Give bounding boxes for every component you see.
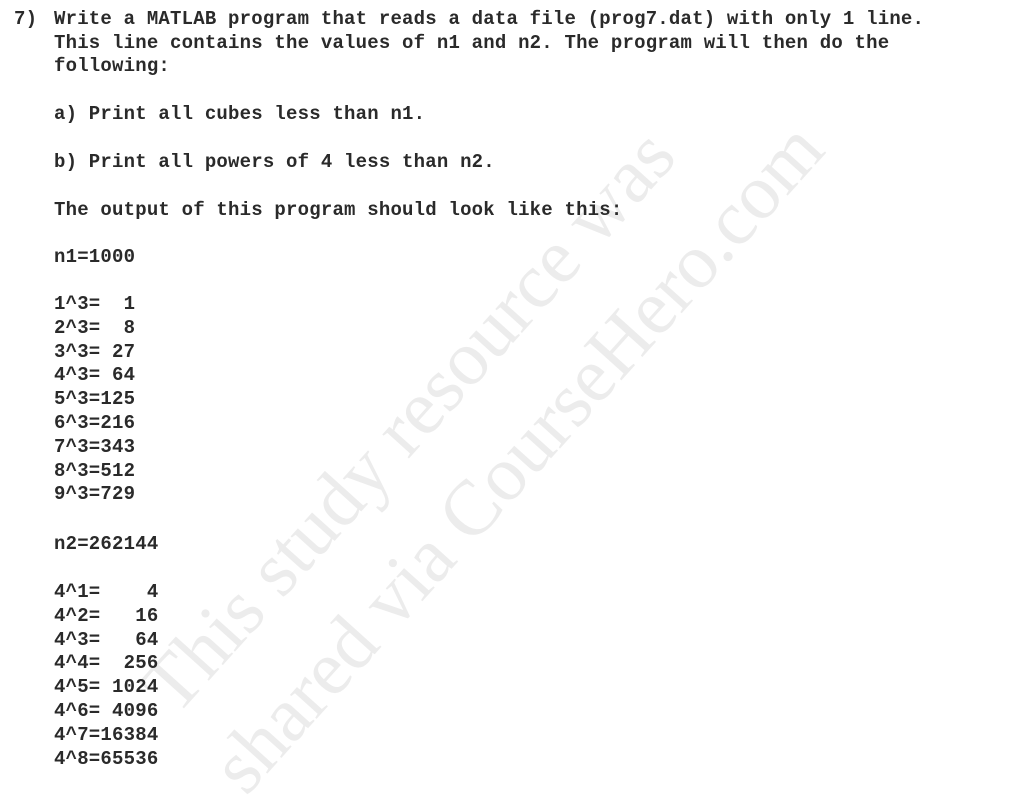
power-output-line: 4^5= 1024 — [54, 676, 159, 699]
cube-output-line: 6^3=216 — [54, 412, 136, 434]
n2-line: n2=262144 — [54, 533, 159, 555]
output-intro: The output of this program should look l… — [54, 199, 623, 221]
part-b: b) Print all powers of 4 less than n2. — [54, 151, 495, 173]
intro-line-1: Write a MATLAB program that reads a data… — [54, 8, 925, 30]
power-output-line: 4^1= 4 — [54, 581, 159, 603]
power-output-line: 4^3= 64 — [54, 628, 159, 651]
part-a: a) Print all cubes less than n1. — [54, 103, 426, 125]
cube-output-line: 5^3=125 — [54, 388, 136, 411]
power-output-line: 4^8=65536 — [54, 747, 159, 770]
power-output-line: 4^7=16384 — [54, 723, 159, 746]
power-output-line: 4^2= 16 — [54, 604, 159, 627]
power-output-line: 4^4= 256 — [54, 652, 159, 675]
problem-number: 7) — [14, 8, 38, 30]
cube-output-line: 3^3= 27 — [54, 340, 136, 363]
cube-output-line: 1^3= 1 — [54, 293, 136, 315]
cube-output-line: 2^3= 8 — [54, 316, 136, 339]
cube-output-line: 8^3=512 — [54, 459, 136, 482]
cube-output-line: 9^3=729 — [54, 483, 136, 506]
intro-line-2: This line contains the values of n1 and … — [54, 32, 890, 54]
intro-line-3: following: — [54, 55, 171, 77]
cube-output-line: 4^3= 64 — [54, 364, 136, 387]
power-output-line: 4^6= 4096 — [54, 700, 159, 722]
n1-line: n1=1000 — [54, 246, 136, 268]
cube-output-line: 7^3=343 — [54, 435, 136, 458]
